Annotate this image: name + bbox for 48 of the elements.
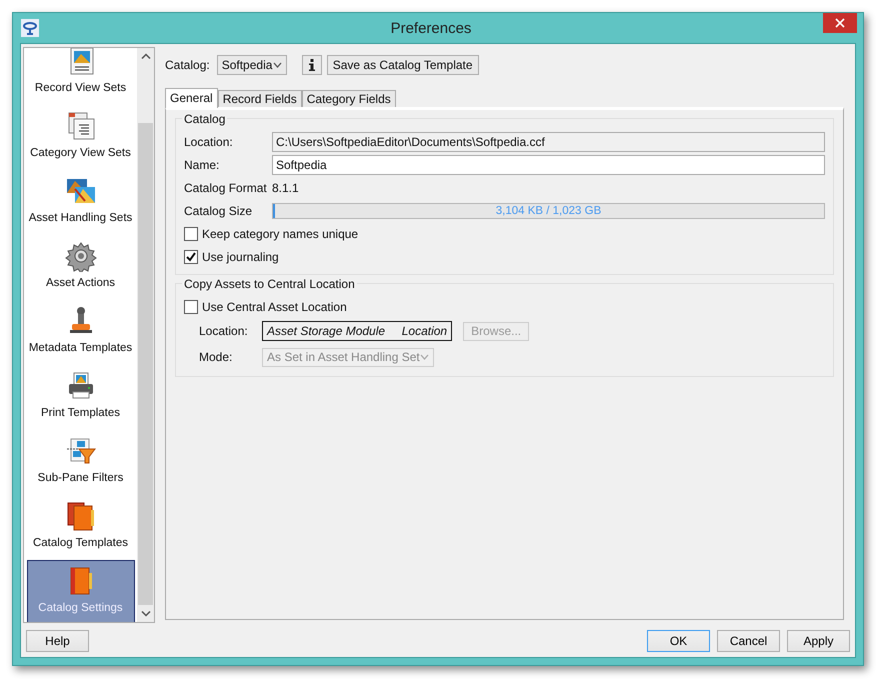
- checkbox[interactable]: [184, 300, 198, 314]
- sidebar-item[interactable]: Category View Sets: [26, 105, 134, 170]
- checkbox[interactable]: [184, 250, 198, 264]
- sidebar-item[interactable]: Record View Sets: [26, 48, 134, 105]
- name-field[interactable]: Softpedia: [272, 154, 825, 174]
- field-label: Location:: [184, 134, 234, 148]
- field-label: Location:: [199, 324, 249, 338]
- dialog-button[interactable]: Cancel: [717, 630, 780, 652]
- group-title: Catalog: [182, 112, 228, 126]
- catalog-label: Catalog:: [165, 58, 210, 72]
- format-value: 8.1.1: [272, 180, 299, 194]
- close-icon: [835, 18, 845, 28]
- field-label: Catalog Format: [184, 180, 268, 194]
- close-button[interactable]: [823, 13, 857, 33]
- tab[interactable]: Category Fields: [302, 90, 396, 107]
- field-label: Name:: [184, 158, 220, 172]
- checkbox-label: Use journaling: [202, 250, 279, 264]
- sidebar-item[interactable]: Sub-Pane Filters: [26, 430, 134, 495]
- save-template-button[interactable]: Save as Catalog Template: [326, 55, 479, 75]
- location-field[interactable]: Asset Storage Module Location: [262, 321, 452, 341]
- size-reading: 3,104 KB / 1,023 GB: [496, 204, 602, 216]
- field-label: Mode:: [199, 350, 234, 364]
- tab[interactable]: General: [165, 88, 218, 108]
- caret-icon: [420, 354, 429, 360]
- sidebar-item[interactable]: Metadata Templates: [26, 300, 134, 365]
- window-title: Preferences: [390, 20, 472, 36]
- field-label: Catalog Size: [184, 204, 254, 218]
- sidebar-item[interactable]: Catalog Templates: [26, 495, 134, 560]
- tab[interactable]: Record Fields: [218, 90, 302, 107]
- dialog-button[interactable]: Apply: [787, 630, 850, 652]
- books-icon: [64, 500, 96, 532]
- catalog-dropdown[interactable]: Softpedia: [216, 55, 287, 75]
- dialog-button[interactable]: Help: [26, 630, 89, 652]
- dialog-button[interactable]: OK: [647, 630, 710, 652]
- checkbox[interactable]: [184, 226, 198, 240]
- group-title: Copy Assets to Central Location: [182, 277, 357, 291]
- sidebar-item[interactable]: Asset Actions: [26, 235, 134, 300]
- checkbox-label: Keep category names unique: [202, 226, 358, 240]
- info-button[interactable]: [302, 55, 322, 75]
- info-icon: [308, 59, 315, 71]
- checkbox-label: Use Central Asset Location: [202, 300, 347, 314]
- scrollbar-thumb[interactable]: [138, 123, 153, 605]
- location-field[interactable]: C:\Users\SoftpediaEditor\Documents\Softpedia.ccf: [272, 132, 825, 152]
- gear-icon: [64, 240, 96, 272]
- caret-icon: [272, 62, 282, 68]
- sidebar-item[interactable]: Print Templates: [26, 365, 134, 430]
- sidebar-item[interactable]: Asset Handling Sets: [26, 170, 134, 235]
- app-icon: [21, 19, 39, 37]
